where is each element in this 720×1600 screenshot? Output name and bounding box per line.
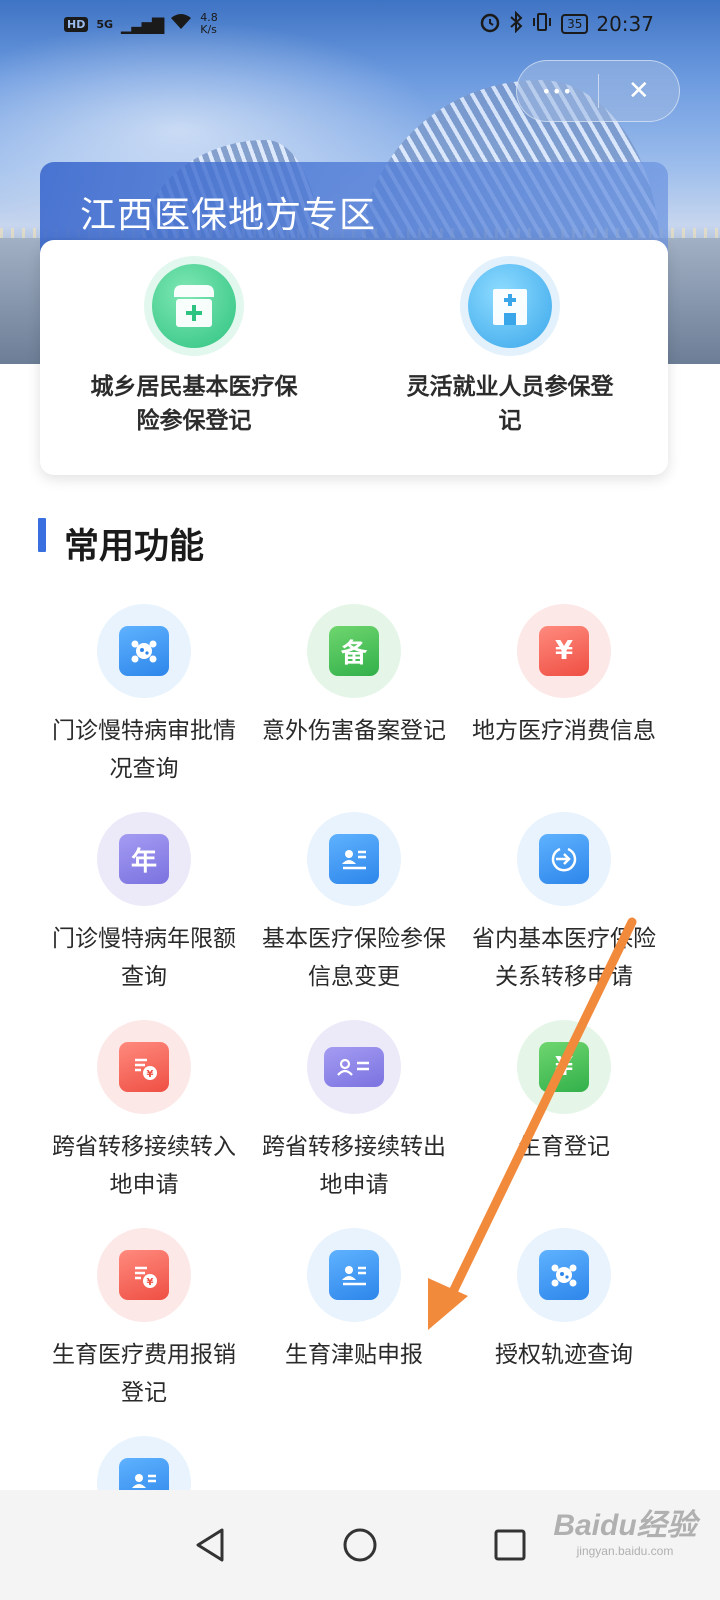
home-circle-icon (343, 1528, 377, 1562)
watermark-main: Baidu经验 (553, 1509, 697, 1542)
record-edit-icon: 备 (307, 604, 401, 698)
more-button[interactable]: ••• (517, 61, 598, 121)
back-triangle-icon (196, 1528, 224, 1562)
bill-yuan-icon: ¥ (97, 1228, 191, 1322)
hospital-icon (468, 264, 552, 348)
function-item[interactable]: 授权轨迹查询 (458, 1228, 670, 1374)
record-glyph: 备 (329, 626, 379, 676)
section-accent-bar (38, 518, 46, 552)
virus-icon (97, 604, 191, 698)
svg-text:¥: ¥ (147, 1069, 154, 1080)
function-item[interactable]: 基本医疗保险参保信息变更 (248, 812, 460, 996)
home-button[interactable] (340, 1525, 380, 1565)
function-item[interactable]: 备 意外伤害备案登记 (248, 604, 460, 750)
more-icon: ••• (541, 81, 573, 101)
function-item[interactable]: 门诊慢特病审批情况查询 (38, 604, 250, 788)
recents-button[interactable] (490, 1525, 530, 1565)
recents-square-icon (494, 1529, 526, 1561)
close-button[interactable]: ✕ (599, 61, 680, 121)
clinic-icon (152, 264, 236, 348)
function-label: 跨省转移接续转入地申请 (52, 1134, 236, 1198)
mini-program-capsule: ••• ✕ (516, 60, 680, 122)
zone-item-label: 灵活就业人员参保登记 (406, 374, 614, 434)
alarm-icon (479, 11, 501, 37)
yuan-note-icon: ¥ (517, 1020, 611, 1114)
baidu-watermark: Baidu经验 jingyan.baidu.com (540, 1500, 710, 1558)
function-item[interactable]: ¥ 生育医疗费用报销登记 (38, 1228, 250, 1412)
contact-card-icon (307, 1020, 401, 1114)
status-left: HD 5G ▁▃▅▇ 4.8 K/s (64, 12, 218, 36)
function-item[interactable]: 年 门诊慢特病年限额查询 (38, 812, 250, 996)
watermark-sub: jingyan.baidu.com (576, 1544, 674, 1558)
function-label: 省内基本医疗保险关系转移申请 (472, 926, 656, 990)
function-label: 生育登记 (518, 1134, 610, 1160)
bill-yuan-icon: ¥ (97, 1020, 191, 1114)
back-button[interactable] (190, 1525, 230, 1565)
transfer-in-icon (517, 812, 611, 906)
id-card-icon (307, 812, 401, 906)
status-bar: HD 5G ▁▃▅▇ 4.8 K/s 35 20:37 (0, 0, 720, 48)
virus-icon (517, 1228, 611, 1322)
function-item[interactable]: ¥ 地方医疗消费信息 (458, 604, 670, 750)
function-item[interactable]: ¥ 跨省转移接续转入地申请 (38, 1020, 250, 1204)
function-label: 基本医疗保险参保信息变更 (262, 926, 446, 990)
close-icon: ✕ (627, 76, 650, 106)
function-label: 授权轨迹查询 (495, 1342, 633, 1368)
yuan-glyph: ¥ (539, 626, 589, 676)
function-label: 生育医疗费用报销登记 (52, 1342, 236, 1406)
status-right: 35 20:37 (479, 10, 654, 37)
function-label: 意外伤害备案登记 (262, 718, 446, 744)
function-label: 生育津贴申报 (285, 1342, 423, 1368)
vibrate-icon (531, 11, 553, 37)
battery-icon: 35 (561, 14, 589, 34)
bluetooth-icon (509, 10, 523, 37)
speed-unit: K/s (200, 23, 217, 36)
wifi-icon (170, 13, 192, 36)
year-glyph: 年 (119, 834, 169, 884)
function-label: 门诊慢特病审批情况查询 (52, 718, 236, 782)
function-item[interactable]: 跨省转移接续转出地申请 (248, 1020, 460, 1204)
zone-item-resident-insurance[interactable]: 城乡居民基本医疗保险参保登记 (44, 264, 344, 438)
year-search-icon: 年 (97, 812, 191, 906)
signal-bars-icon: ▁▃▅▇ (121, 14, 164, 34)
signal-type: 5G (96, 17, 114, 31)
hd-icon: HD (64, 16, 89, 32)
function-label: 门诊慢特病年限额查询 (52, 926, 236, 990)
id-card-icon (307, 1228, 401, 1322)
function-item[interactable]: ¥ 生育登记 (458, 1020, 670, 1166)
yuan-note-glyph: ¥ (539, 1042, 589, 1092)
yuan-receipt-icon: ¥ (517, 604, 611, 698)
section-title: 常用功能 (64, 527, 205, 567)
svg-text:¥: ¥ (147, 1277, 154, 1288)
network-speed: 4.8 K/s (200, 12, 218, 36)
zone-title: 江西医保地方专区 (80, 195, 377, 236)
function-label: 跨省转移接续转出地申请 (262, 1134, 446, 1198)
zone-item-flexible-employment[interactable]: 灵活就业人员参保登记 (360, 264, 660, 438)
zone-item-label: 城乡居民基本医疗保险参保登记 (90, 374, 298, 434)
function-label: 地方医疗消费信息 (472, 718, 656, 744)
clock: 20:37 (596, 12, 654, 36)
function-item[interactable]: 生育津贴申报 (248, 1228, 460, 1374)
zone-card: 城乡居民基本医疗保险参保登记 灵活就业人员参保登记 (40, 240, 668, 475)
function-item[interactable]: 省内基本医疗保险关系转移申请 (458, 812, 670, 996)
